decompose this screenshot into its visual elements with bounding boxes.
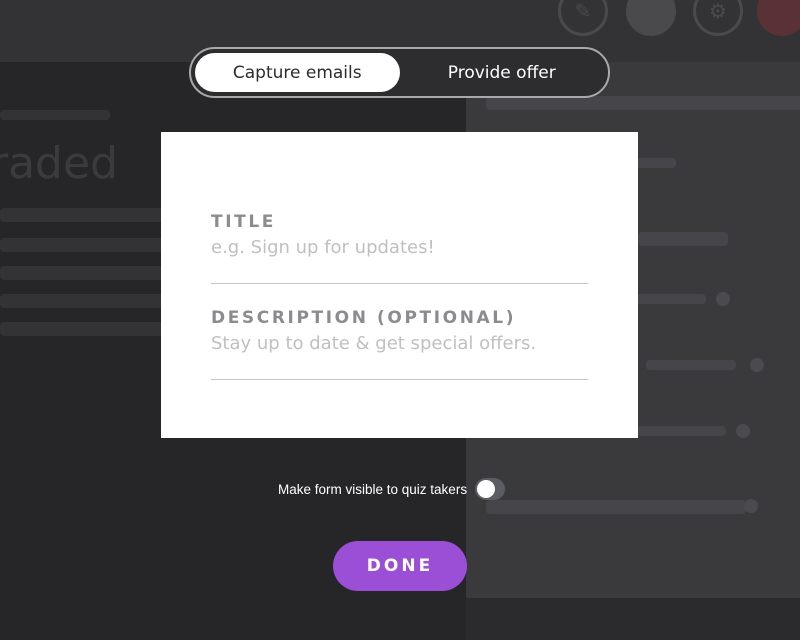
tab-provide-offer-label: Provide offer (447, 62, 556, 83)
email-capture-form-card: TITLE DESCRIPTION (OPTIONAL) (161, 132, 638, 438)
description-label: DESCRIPTION (OPTIONAL) (211, 308, 517, 328)
tab-capture-emails-label: Capture emails (232, 62, 362, 83)
done-button[interactable]: DONE (333, 541, 467, 591)
tab-capture-emails[interactable]: Capture emails (195, 53, 400, 92)
tab-provide-offer[interactable]: Provide offer (400, 53, 605, 92)
pencil-icon: ✎ (558, 0, 608, 36)
mode-segmented-control: Capture emails Provide offer (189, 47, 610, 98)
visibility-toggle[interactable] (475, 478, 506, 500)
settings-icon: ⚙ (693, 0, 743, 36)
title-input[interactable] (211, 232, 588, 284)
download-icon (626, 0, 676, 36)
description-field: DESCRIPTION (OPTIONAL) (211, 308, 588, 380)
description-input[interactable] (211, 328, 588, 380)
toggle-knob (477, 480, 496, 498)
visibility-toggle-row: Make form visible to quiz takers (278, 478, 506, 500)
avatar (757, 0, 800, 36)
title-label: TITLE (211, 212, 276, 232)
title-field: TITLE (211, 212, 588, 284)
visibility-toggle-label: Make form visible to quiz takers (278, 481, 468, 497)
